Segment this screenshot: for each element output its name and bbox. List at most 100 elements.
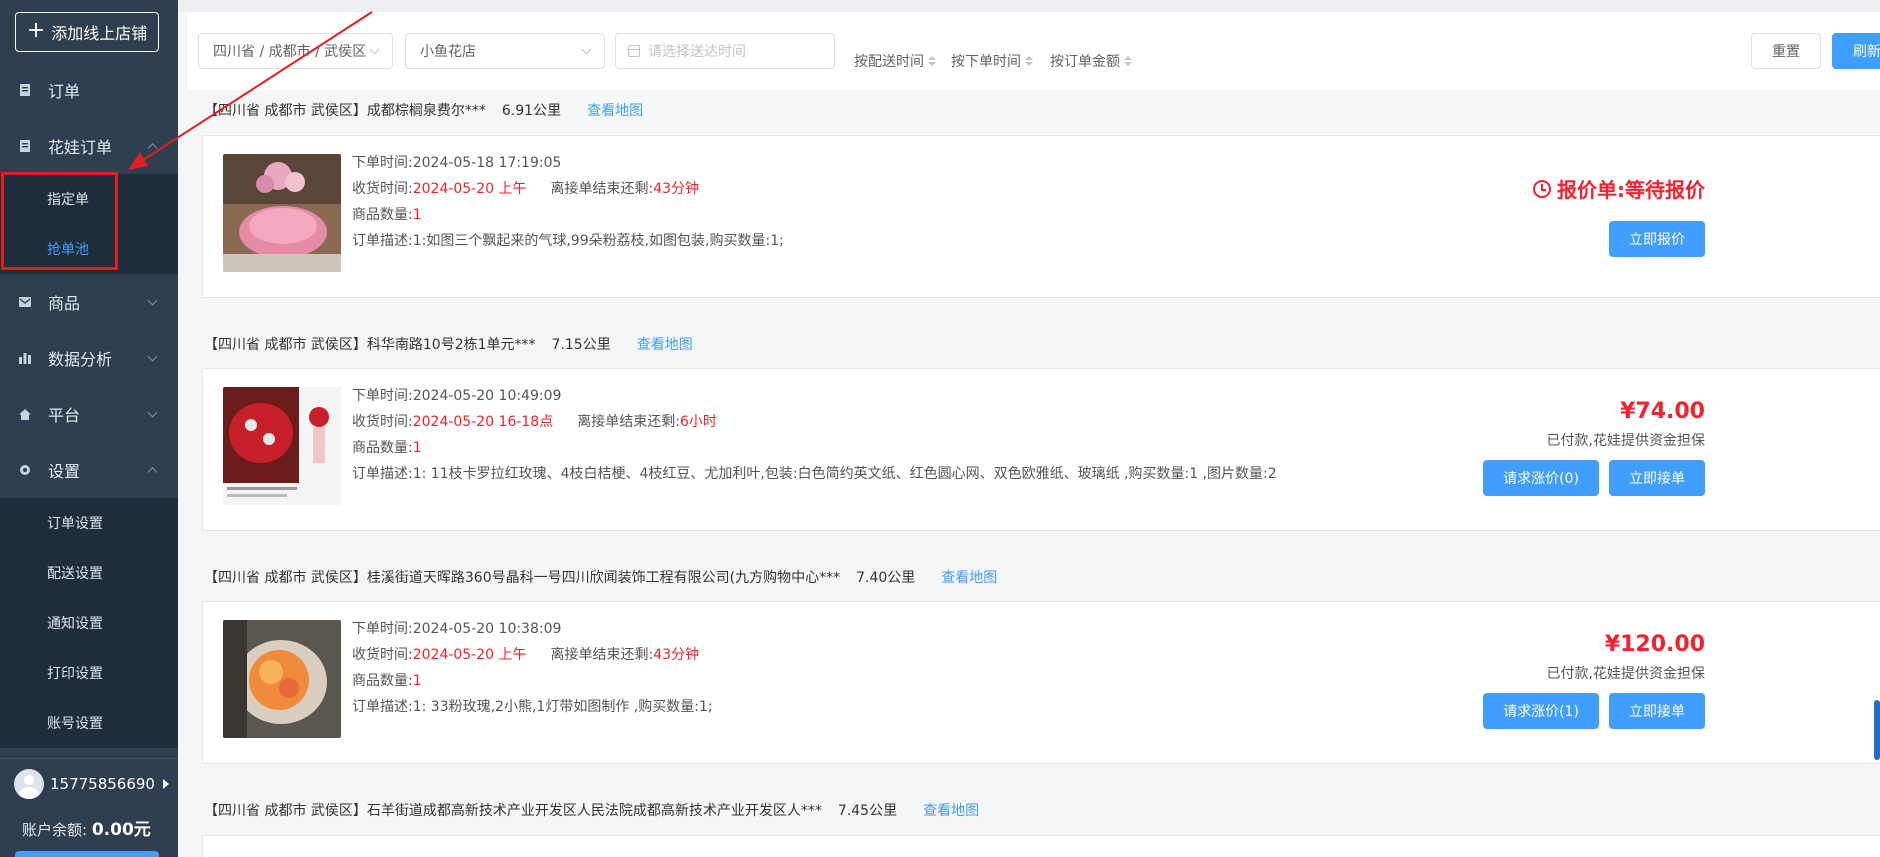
add-store-button[interactable]: + 添加线上店铺 — [15, 12, 159, 52]
status-text: 报价单:等待报价 — [1557, 178, 1705, 202]
sidebar-footer: 15775856690 账户余额: 0.00元 — [0, 758, 178, 857]
order-price: ¥74.00 — [1620, 399, 1705, 424]
document-icon — [18, 83, 32, 97]
sidebar-item-label: 商品 — [48, 294, 81, 313]
receive-time-label: 收货时间: — [352, 181, 413, 197]
order-time-label: 下单时间: — [352, 388, 413, 404]
order-time: 2024-05-20 10:49:09 — [412, 388, 562, 404]
order-address: 【四川省 成都市 武侯区】石羊街道成都高新技术产业开发区人民法院成都高新技术产业… — [204, 803, 822, 819]
order-actions: ¥74.00 已付款,花娃提供资金担保 请求涨价(0) 立即接单 — [1483, 399, 1705, 496]
envelope-icon — [18, 295, 32, 309]
shop-value: 小鱼花店 — [420, 44, 476, 60]
order-address-row: 【四川省 成都市 武侯区】成都棕榈泉费尔*** 6.91公里 查看地图 — [204, 100, 643, 120]
order-time: 2024-05-20 10:38:09 — [412, 621, 562, 637]
refresh-button[interactable]: 刷新 — [1832, 33, 1880, 69]
add-store-label: 添加线上店铺 — [51, 24, 148, 43]
accept-order-button[interactable]: 立即接单 — [1609, 693, 1705, 729]
chevron-down-icon — [581, 44, 592, 55]
order-distance: 7.15公里 — [551, 337, 611, 353]
sort-order-time[interactable]: 按下单时间 — [951, 51, 1033, 71]
quote-status: 报价单:等待报价 — [1533, 174, 1705, 203]
sidebar: + 添加线上店铺 订单 花娃订单 指定单 抢单池 商品 数据分析 平台 设置 订… — [0, 0, 178, 857]
sort-amount[interactable]: 按订单金额 — [1050, 51, 1132, 71]
description-value: 1: 11枝卡罗拉红玫瑰、4枝白桔梗、4枝红豆、尤加利叶,包装:白色简约英文纸、… — [412, 466, 1277, 482]
sidebar-subitem-order-settings[interactable]: 订单设置 — [0, 498, 178, 548]
order-distance: 6.91公里 — [501, 103, 562, 119]
sort-delivery-time[interactable]: 按配送时间 — [854, 51, 936, 71]
sort-icon — [928, 56, 936, 66]
receive-time-label: 收货时间: — [352, 414, 413, 430]
sidebar-subitem-notify-settings[interactable]: 通知设置 — [0, 598, 178, 648]
avatar — [14, 769, 44, 799]
chevron-down-icon — [147, 295, 158, 306]
bar-chart-icon — [18, 351, 32, 365]
paid-note: 已付款,花娃提供资金担保 — [1546, 666, 1705, 682]
filter-bar: 四川省 / 成都市 / 武侯区 小鱼花店 请选择送达时间 按配送时间 按下单时间… — [188, 12, 1880, 90]
remaining-time: 43分钟 — [653, 647, 700, 663]
description-value: 1:如图三个飘起来的气球,99朵粉荔枝,如图包装,购买数量:1; — [412, 233, 784, 249]
order-address: 【四川省 成都市 武侯区】成都棕榈泉费尔*** — [204, 103, 486, 119]
view-map-link[interactable]: 查看地图 — [941, 567, 997, 587]
sidebar-item-flower-orders[interactable]: 花娃订单 — [0, 118, 178, 174]
order-distance: 7.45公里 — [837, 803, 898, 819]
order-info: 下单时间:2024-05-20 10:38:09 收货时间:2024-05-20… — [352, 616, 713, 720]
view-map-link[interactable]: 查看地图 — [637, 334, 693, 354]
recharge-button[interactable] — [15, 851, 159, 857]
sort-label: 按订单金额 — [1050, 54, 1120, 70]
sort-icon — [1025, 56, 1033, 66]
sidebar-item-label: 设置 — [48, 462, 81, 481]
request-raise-button[interactable]: 请求涨价(0) — [1483, 460, 1599, 496]
order-card: 下单时间:2024-05-20 10:38:09 收货时间:2024-05-20… — [202, 601, 1880, 764]
order-card — [202, 835, 1880, 857]
reset-button[interactable]: 重置 — [1751, 33, 1821, 69]
description-label: 订单描述: — [352, 699, 413, 715]
order-address: 【四川省 成都市 武侯区】桂溪街道天晖路360号晶科一号四川欣闻装饰工程有限公司… — [204, 570, 841, 586]
view-map-link[interactable]: 查看地图 — [587, 100, 643, 120]
order-info: 下单时间:2024-05-18 17:19:05 收货时间:2024-05-20… — [352, 150, 784, 254]
receive-time-label: 收货时间: — [352, 647, 413, 663]
region-select[interactable]: 四川省 / 成都市 / 武侯区 — [198, 33, 393, 69]
chevron-down-icon — [369, 44, 380, 55]
view-map-link[interactable]: 查看地图 — [923, 800, 979, 820]
shop-select[interactable]: 小鱼花店 — [405, 33, 605, 69]
user-menu[interactable]: 15775856690 — [14, 769, 169, 799]
top-strip — [178, 0, 1880, 12]
quote-now-button[interactable]: 立即报价 — [1609, 221, 1705, 257]
quantity-value: 1 — [412, 673, 422, 689]
sidebar-subitem-delivery-settings[interactable]: 配送设置 — [0, 548, 178, 598]
order-actions: ¥120.00 已付款,花娃提供资金担保 请求涨价(1) 立即接单 — [1483, 632, 1705, 729]
sidebar-item-analytics[interactable]: 数据分析 — [0, 330, 178, 386]
sidebar-item-orders[interactable]: 订单 — [0, 62, 178, 118]
sidebar-subitem-print-settings[interactable]: 打印设置 — [0, 648, 178, 698]
sidebar-menu: 订单 花娃订单 指定单 抢单池 商品 数据分析 平台 设置 订单设置 配送设置 … — [0, 62, 178, 748]
quantity-value: 1 — [412, 440, 422, 456]
quantity-label: 商品数量: — [352, 207, 413, 223]
request-raise-button[interactable]: 请求涨价(1) — [1483, 693, 1599, 729]
scrollbar-thumb[interactable] — [1874, 700, 1880, 760]
main-content: 四川省 / 成都市 / 武侯区 小鱼花店 请选择送达时间 按配送时间 按下单时间… — [178, 0, 1880, 857]
order-thumbnail[interactable] — [223, 387, 341, 505]
accept-order-button[interactable]: 立即接单 — [1609, 460, 1705, 496]
sidebar-subitem-account-settings[interactable]: 账号设置 — [0, 698, 178, 748]
receive-time: 2024-05-20 上午 — [412, 647, 527, 663]
sort-label: 按配送时间 — [854, 54, 924, 70]
remaining-time: 43分钟 — [653, 181, 700, 197]
sidebar-item-goods[interactable]: 商品 — [0, 274, 178, 330]
order-time-label: 下单时间: — [352, 155, 413, 171]
order-card: 下单时间:2024-05-18 17:19:05 收货时间:2024-05-20… — [202, 135, 1880, 298]
sidebar-item-platform[interactable]: 平台 — [0, 386, 178, 442]
plus-icon: + — [26, 18, 46, 43]
date-placeholder: 请选择送达时间 — [648, 44, 746, 60]
delivery-date-picker[interactable]: 请选择送达时间 — [615, 33, 835, 69]
sidebar-item-settings[interactable]: 设置 — [0, 442, 178, 498]
remaining-label: 离接单结束还剩: — [577, 414, 680, 430]
order-info: 下单时间:2024-05-20 10:49:09 收货时间:2024-05-20… — [352, 383, 1277, 487]
user-phone: 15775856690 — [50, 775, 155, 793]
highlight-box — [1, 172, 118, 270]
order-thumbnail[interactable] — [223, 620, 341, 738]
remaining-label: 离接单结束还剩: — [550, 181, 654, 197]
order-thumbnail[interactable] — [223, 154, 341, 272]
region-value: 四川省 / 成都市 / 武侯区 — [213, 44, 367, 60]
account-balance: 账户余额: 0.00元 — [22, 815, 151, 840]
sidebar-item-label: 花娃订单 — [48, 138, 113, 157]
